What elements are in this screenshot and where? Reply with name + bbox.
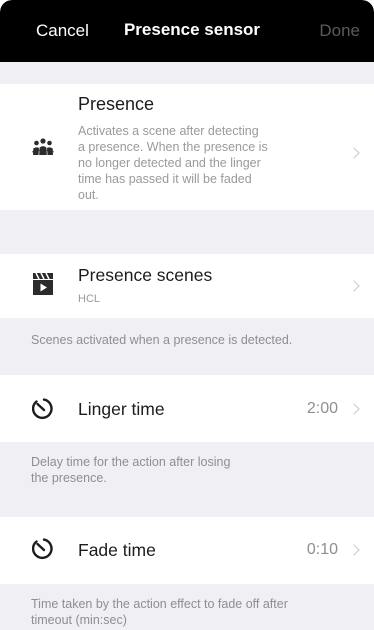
presence-scenes-footer: Scenes activated when a presence is dete… [31, 333, 293, 347]
fade-time-title: Fade time [78, 540, 156, 560]
presence-description-line: a presence. When the presence is [78, 140, 268, 154]
fade-time-footer-line: Time taken by the action effect to fade … [31, 597, 288, 611]
linger-time-title: Linger time [78, 399, 165, 419]
presence-description-line: out. [78, 188, 99, 202]
people-group-icon [31, 137, 55, 162]
fade-time-footer: Time taken by the action effect to fade … [0, 596, 374, 628]
chevron-right-icon [348, 544, 360, 556]
presence-cell[interactable]: Presence Activates a scene after detecti… [0, 84, 374, 210]
fade-time-cell[interactable]: Fade time 0:10 [0, 517, 374, 584]
done-button[interactable]: Done [319, 21, 360, 41]
presence-description-line: time has passed it will be faded [78, 172, 252, 186]
chevron-right-icon [348, 280, 360, 292]
presence-scenes-subtitle: HCL [78, 293, 101, 305]
page-title: Presence sensor [123, 20, 261, 39]
presence-description-line: Activates a scene after detecting [78, 124, 259, 138]
navigation-bar: Cancel Presence sensor Done [0, 0, 374, 62]
presence-description: Activates a scene after detecting a pres… [78, 123, 268, 203]
linger-time-footer: Delay time for the action after losing t… [0, 454, 374, 486]
fade-time-footer-line: timeout (min:sec) [31, 613, 127, 627]
timer-icon [31, 537, 56, 566]
presence-scenes-cell[interactable]: Presence scenes HCL [0, 254, 374, 318]
clapperboard-icon [33, 272, 53, 300]
linger-time-value: 2:00 [306, 400, 338, 417]
presence-description-line: no longer detected and the linger [78, 156, 261, 170]
chevron-right-icon [348, 147, 360, 159]
chevron-right-icon [348, 403, 360, 415]
linger-time-cell[interactable]: Linger time 2:00 [0, 375, 374, 442]
presence-sensor-screen: Cancel Presence sensor Done Presence Act… [0, 0, 374, 630]
linger-time-footer-line: Delay time for the action after losing [31, 455, 231, 469]
presence-scenes-title: Presence scenes [78, 265, 213, 285]
presence-title: Presence [78, 94, 155, 114]
fade-time-value: 0:10 [306, 541, 338, 558]
linger-time-footer-line: the presence. [31, 471, 107, 485]
timer-icon [31, 397, 56, 426]
